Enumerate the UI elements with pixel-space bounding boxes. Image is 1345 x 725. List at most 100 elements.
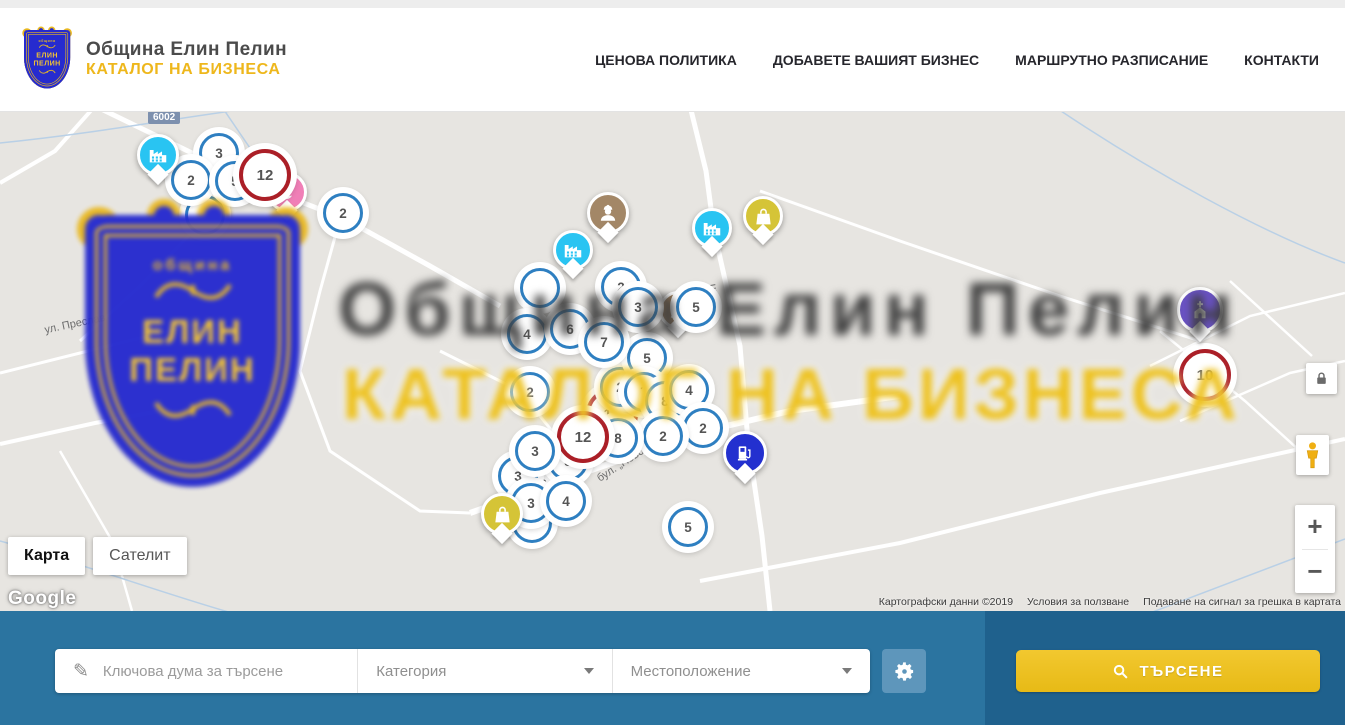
keyword-search-input[interactable] xyxy=(101,662,357,681)
bag-icon xyxy=(753,206,774,227)
map-canvas[interactable]: ул. Преславбул. „Новоселции6002325122235… xyxy=(0,111,1345,611)
category-dropdown-label: Категория xyxy=(376,663,583,680)
cluster-count: 2 xyxy=(699,421,707,436)
municipality-crest-logo: община ЕЛИН ПЕЛИН xyxy=(24,30,72,90)
fuel-pin-marker[interactable] xyxy=(723,431,767,475)
cluster-marker[interactable] xyxy=(185,195,225,235)
nav-item-1[interactable]: ДОБАВЕТЕ ВАШИЯТ БИЗНЕС xyxy=(773,52,979,68)
cluster-count: 5 xyxy=(684,520,692,535)
map-type-control: Карта Сателит xyxy=(8,537,187,575)
factory-pin-marker[interactable] xyxy=(137,134,179,176)
zoom-control: + − xyxy=(1295,505,1335,593)
road-number-shield: 6002 xyxy=(148,111,180,124)
cluster-marker[interactable]: 10 xyxy=(1179,349,1231,401)
site-title: Община Елин Пелин xyxy=(86,39,287,61)
main-nav: ЦЕНОВА ПОЛИТИКА ДОБАВЕТЕ ВАШИЯТ БИЗНЕС МАР… xyxy=(595,52,1319,68)
crest-name-line2: ПЕЛИН xyxy=(34,59,61,67)
cluster-marker[interactable]: 12 xyxy=(557,411,609,463)
cluster-count: 5 xyxy=(643,351,651,366)
cluster-count: 3 xyxy=(514,469,522,484)
cluster-marker[interactable]: 2 xyxy=(171,160,211,200)
nav-item-2[interactable]: МАРШРУТНО РАЗПИСАНИЕ xyxy=(1015,52,1208,68)
cluster-marker[interactable] xyxy=(520,268,560,308)
cluster-marker[interactable]: 3 xyxy=(515,431,555,471)
fuel-icon xyxy=(735,443,755,463)
zoom-in-button[interactable]: + xyxy=(1295,505,1335,548)
category-dropdown[interactable]: Категория xyxy=(357,649,611,693)
lock-icon xyxy=(1313,370,1330,387)
cluster-marker[interactable]: 7 xyxy=(584,322,624,362)
cluster-count: 6 xyxy=(566,322,574,337)
cluster-marker[interactable]: 5 xyxy=(676,287,716,327)
search-action-panel: ТЪРСЕНЕ xyxy=(985,611,1345,725)
worker-pin-marker[interactable] xyxy=(587,192,629,234)
attribution-link-2[interactable]: Подаване на сигнал за грешка в картата xyxy=(1143,596,1341,608)
factory-icon xyxy=(562,239,584,261)
pencil-icon: ✎ xyxy=(73,660,89,683)
cluster-count: 7 xyxy=(600,335,608,350)
cluster-count: 5 xyxy=(692,300,700,315)
cluster-count: 4 xyxy=(523,327,531,342)
map-lock-button[interactable] xyxy=(1306,363,1337,394)
worker-icon xyxy=(597,202,619,224)
cluster-marker[interactable]: 2 xyxy=(643,416,683,456)
church-pin-marker[interactable] xyxy=(1177,287,1223,333)
cluster-count: 12 xyxy=(575,429,592,446)
cluster-marker[interactable]: 4 xyxy=(669,370,709,410)
factory-pin-marker[interactable] xyxy=(553,230,593,270)
chevron-down-icon xyxy=(842,668,852,674)
search-bar: ✎ Категория Местоположение ТЪРСЕНЕ xyxy=(0,611,1345,725)
cluster-count: 2 xyxy=(616,380,624,395)
crest-town-word: община xyxy=(39,39,56,43)
crest-ornament xyxy=(37,68,56,74)
search-fields: ✎ Категория Местоположение xyxy=(55,649,870,693)
cluster-marker[interactable]: 12 xyxy=(239,149,291,201)
factory-icon xyxy=(701,217,723,239)
cluster-count: 3 xyxy=(634,300,642,315)
cluster-marker[interactable]: 4 xyxy=(546,481,586,521)
cluster-count: 12 xyxy=(257,167,274,184)
location-dropdown-label: Местоположение xyxy=(631,663,842,680)
cluster-marker[interactable]: 2 xyxy=(323,193,363,233)
nav-item-0[interactable]: ЦЕНОВА ПОЛИТИКА xyxy=(595,52,737,68)
factory-icon xyxy=(147,144,169,166)
keyword-section: ✎ xyxy=(55,649,357,693)
cluster-count: 2 xyxy=(187,173,195,188)
bag-pin-marker[interactable] xyxy=(743,196,783,236)
crest-shield: община ЕЛИН ПЕЛИН xyxy=(24,30,70,88)
cluster-count: 4 xyxy=(562,494,570,509)
cluster-marker[interactable]: 2 xyxy=(683,408,723,448)
advanced-settings-button[interactable] xyxy=(882,649,926,693)
map-type-map-button[interactable]: Карта xyxy=(8,537,85,575)
site-logo[interactable]: община ЕЛИН ПЕЛИН Община Елин Пелин КАТА… xyxy=(24,30,287,90)
cluster-count: 8 xyxy=(661,394,669,409)
cluster-count: 2 xyxy=(659,429,667,444)
chevron-down-icon xyxy=(584,668,594,674)
street-view-pegman-button[interactable] xyxy=(1296,435,1329,475)
search-icon xyxy=(1112,663,1129,680)
cluster-marker[interactable]: 4 xyxy=(507,314,547,354)
google-logo[interactable]: Google xyxy=(8,588,76,610)
site-subtitle: КАТАЛОГ НА БИЗНЕСА xyxy=(86,61,287,79)
attribution-link-1[interactable]: Условия за ползване xyxy=(1027,596,1129,608)
nav-item-3[interactable]: КОНТАКТИ xyxy=(1244,52,1319,68)
map-type-satellite-button[interactable]: Сателит xyxy=(93,537,186,575)
search-button[interactable]: ТЪРСЕНЕ xyxy=(1016,650,1320,692)
church-icon xyxy=(1189,299,1211,321)
zoom-out-button[interactable]: − xyxy=(1295,550,1335,593)
cluster-count: 2 xyxy=(339,206,347,221)
cluster-marker[interactable]: 3 xyxy=(618,287,658,327)
factory-pin-marker[interactable] xyxy=(692,208,732,248)
crest-ornament xyxy=(37,43,56,49)
cluster-count: 3 xyxy=(215,146,223,161)
attribution-text: Картографски данни ©2019 xyxy=(879,596,1013,608)
map-attribution: Картографски данни ©2019 Условия за ползв… xyxy=(879,596,1341,608)
location-dropdown[interactable]: Местоположение xyxy=(612,649,870,693)
cluster-marker[interactable]: 2 xyxy=(510,372,550,412)
cluster-marker[interactable]: 5 xyxy=(668,507,708,547)
cluster-count: 10 xyxy=(1197,367,1214,384)
bag-pin-marker[interactable] xyxy=(481,493,523,535)
pegman-icon xyxy=(1302,441,1323,470)
page-top-strip xyxy=(0,0,1345,8)
cluster-count: 3 xyxy=(527,496,535,511)
